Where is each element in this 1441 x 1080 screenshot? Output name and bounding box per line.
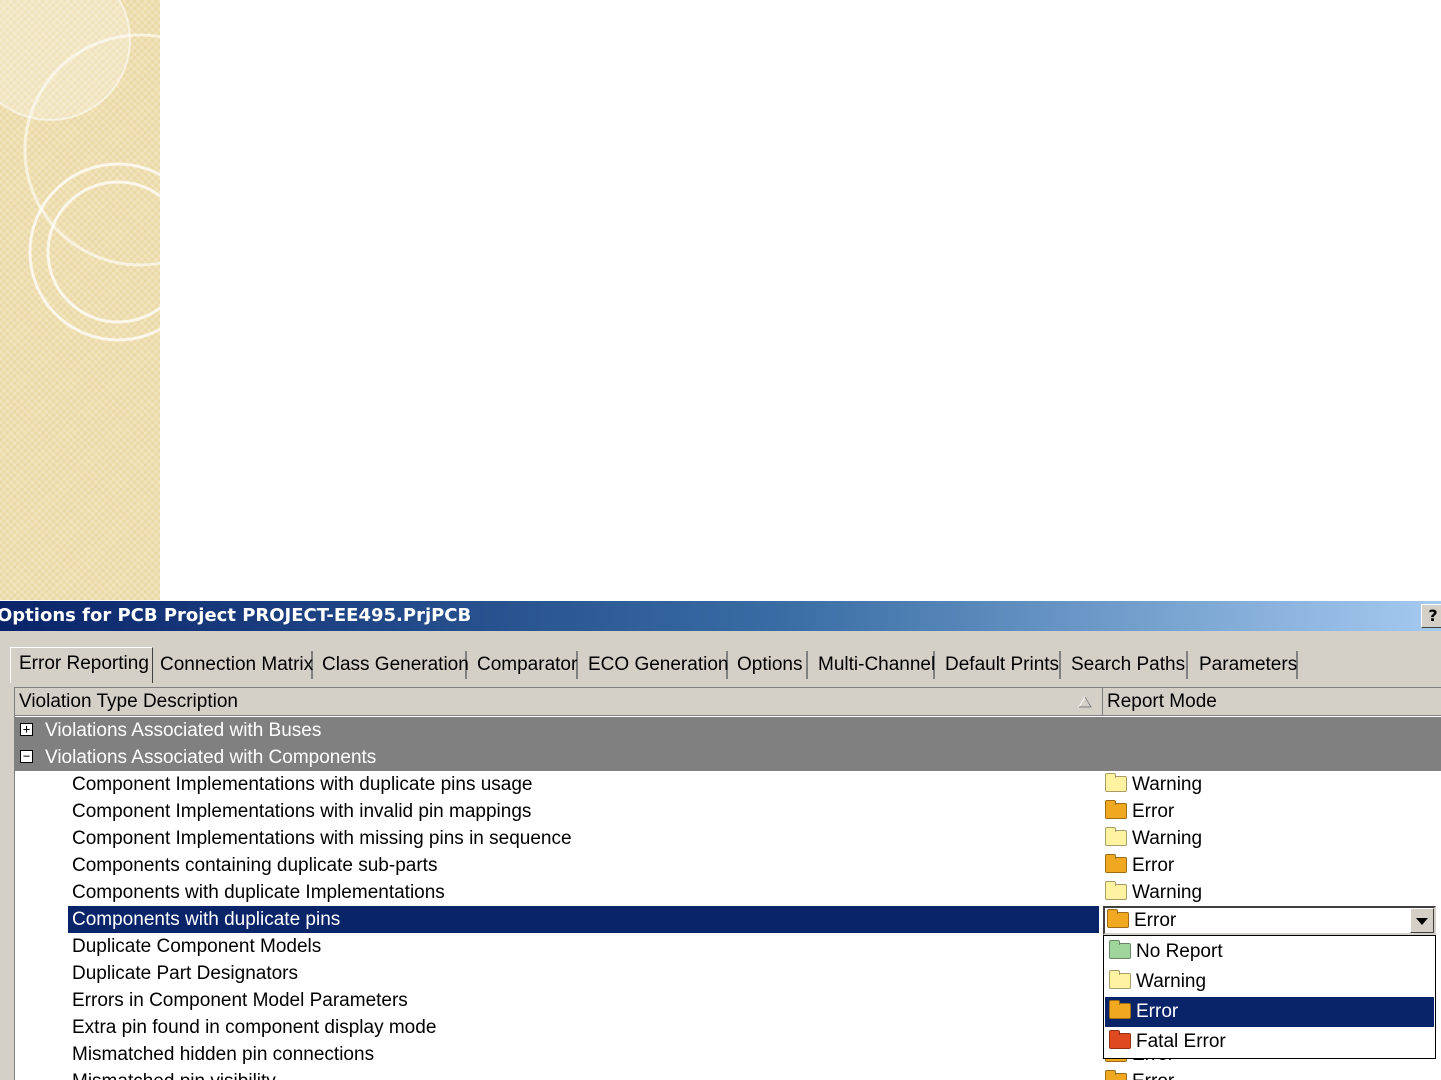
tab-error-reporting[interactable]: Error Reporting <box>10 647 153 683</box>
report-mode-value: Error <box>1132 801 1175 822</box>
error-folder-icon <box>1105 800 1127 819</box>
error-folder-icon <box>1105 854 1127 873</box>
violation-label: Duplicate Component Models <box>72 936 322 957</box>
help-button[interactable]: ? <box>1421 604 1441 628</box>
grid-header: Violation Type Description Report Mode <box>15 688 1441 716</box>
tab-search-paths[interactable]: Search Paths <box>1066 651 1188 679</box>
decorative-circles <box>0 0 160 342</box>
report-mode-cell[interactable]: Error <box>1105 798 1174 825</box>
column-header-description[interactable]: Violation Type Description <box>15 688 1103 716</box>
combo-value-text: Error <box>1134 910 1177 931</box>
option-label: Warning <box>1136 971 1207 992</box>
option-no-report[interactable]: No Report <box>1105 937 1434 967</box>
group-row-buses[interactable]: + Violations Associated with Buses <box>15 717 1441 744</box>
tab-connection-matrix[interactable]: Connection Matrix <box>155 651 313 679</box>
option-label: No Report <box>1136 941 1223 962</box>
report-mode-value: Warning <box>1132 882 1203 903</box>
tab-parameters[interactable]: Parameters <box>1194 651 1298 679</box>
violation-label: Duplicate Part Designators <box>72 963 298 984</box>
fatal-error-folder-icon <box>1109 1030 1131 1049</box>
violation-label: Component Implementations with invalid p… <box>72 801 532 822</box>
report-mode-cell[interactable]: Warning <box>1105 771 1202 798</box>
table-row[interactable]: Mismatched pin visibility Error <box>15 1068 1441 1080</box>
error-folder-icon <box>1105 1070 1127 1080</box>
table-row[interactable]: Components containing duplicate sub-part… <box>15 852 1441 879</box>
warning-folder-icon <box>1105 773 1127 792</box>
tab-options[interactable]: Options <box>732 651 808 679</box>
violation-label: Mismatched pin visibility <box>68 1068 280 1080</box>
report-mode-combobox[interactable]: Error <box>1103 906 1436 935</box>
warning-folder-icon <box>1105 881 1127 900</box>
violation-label: Errors in Component Model Parameters <box>72 990 408 1011</box>
report-mode-value: Error <box>1132 855 1175 876</box>
group-label: Violations Associated with Buses <box>45 720 322 741</box>
tab-comparator[interactable]: Comparator <box>472 651 578 679</box>
group-row-components[interactable]: − Violations Associated with Components <box>15 744 1441 771</box>
report-mode-cell[interactable]: Warning <box>1105 879 1202 906</box>
report-mode-value: Warning <box>1132 774 1203 795</box>
tab-multi-channel[interactable]: Multi-Channel <box>813 651 935 679</box>
expand-icon[interactable]: + <box>20 723 33 736</box>
table-row[interactable]: Component Implementations with missing p… <box>15 825 1441 852</box>
sort-ascending-icon[interactable] <box>1078 696 1092 708</box>
tab-class-generation[interactable]: Class Generation <box>317 651 469 679</box>
dropdown-arrow-button[interactable] <box>1410 908 1434 933</box>
table-row[interactable]: Component Implementations with duplicate… <box>15 771 1441 798</box>
report-mode-cell[interactable]: Warning <box>1105 825 1202 852</box>
report-mode-cell[interactable]: Error <box>1105 852 1174 879</box>
option-label: Fatal Error <box>1136 1031 1226 1052</box>
table-row[interactable]: Components with duplicate Implementation… <box>15 879 1441 906</box>
violation-label: Extra pin found in component display mod… <box>72 1017 437 1038</box>
collapse-icon[interactable]: − <box>20 750 33 763</box>
error-folder-icon <box>1107 909 1129 928</box>
warning-folder-icon <box>1105 827 1127 846</box>
report-mode-value: Warning <box>1132 828 1203 849</box>
project-options-dialog: Options for PCB Project PROJECT-EE495.Pr… <box>0 601 1441 1080</box>
report-mode-dropdown-list: No Report Warning Error Fatal Error <box>1103 935 1436 1059</box>
dialog-title: Options for PCB Project PROJECT-EE495.Pr… <box>0 605 472 626</box>
violation-label: Component Implementations with duplicate… <box>72 774 533 795</box>
tab-eco-generation[interactable]: ECO Generation <box>583 651 728 679</box>
column-header-report-mode[interactable]: Report Mode <box>1103 688 1441 716</box>
slide-decoration-panel <box>0 0 160 600</box>
violation-label: Components containing duplicate sub-part… <box>72 855 438 876</box>
violation-label: Component Implementations with missing p… <box>72 828 572 849</box>
combo-current-value: Error <box>1107 908 1176 933</box>
violation-label: Components with duplicate Implementation… <box>72 882 445 903</box>
tab-strip: Error Reporting Connection Matrix Class … <box>10 647 1441 683</box>
error-folder-icon <box>1109 1000 1131 1019</box>
report-mode-value: Error <box>1132 1071 1174 1080</box>
dialog-title-bar[interactable]: Options for PCB Project PROJECT-EE495.Pr… <box>0 601 1441 631</box>
option-warning[interactable]: Warning <box>1105 967 1434 997</box>
option-fatal-error[interactable]: Fatal Error <box>1105 1027 1434 1057</box>
option-error[interactable]: Error <box>1105 997 1434 1027</box>
warning-folder-icon <box>1109 970 1131 989</box>
violation-label: Components with duplicate pins <box>68 906 1099 933</box>
report-mode-cell[interactable]: Error <box>1105 1068 1174 1080</box>
violation-grid[interactable]: Violation Type Description Report Mode +… <box>14 687 1441 1080</box>
tab-default-prints[interactable]: Default Prints <box>940 651 1061 679</box>
option-label: Error <box>1136 1001 1179 1022</box>
group-label: Violations Associated with Components <box>45 747 377 768</box>
table-row[interactable]: Component Implementations with invalid p… <box>15 798 1441 825</box>
violation-label: Mismatched hidden pin connections <box>72 1044 375 1065</box>
no-report-folder-icon <box>1109 940 1131 959</box>
